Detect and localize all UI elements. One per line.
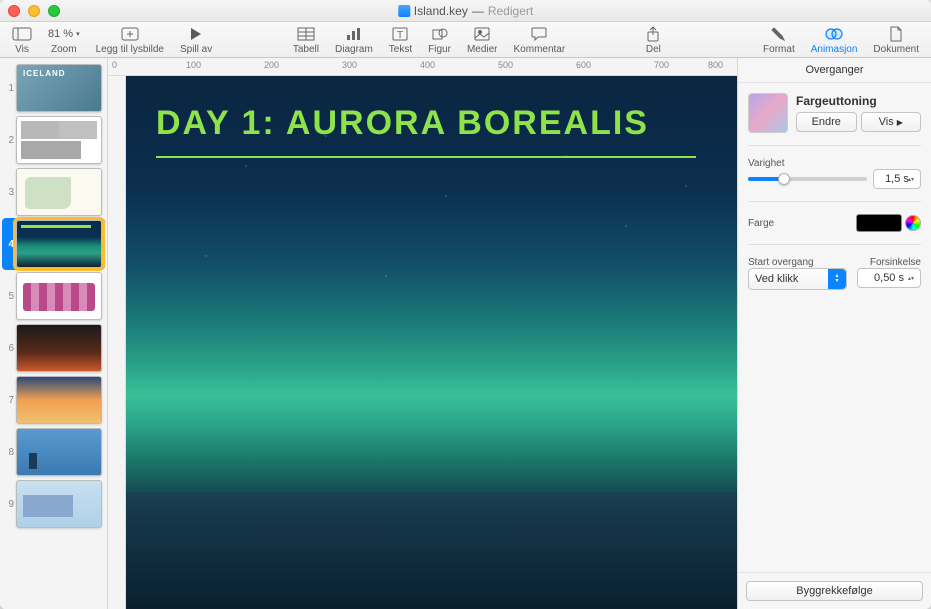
title-underline [156,156,696,158]
build-order-button[interactable]: Byggrekkefølge [746,581,923,601]
zoom-dropdown[interactable]: 81 %▾ Zoom [40,22,88,57]
slide-thumb-2[interactable]: 2 [2,114,105,166]
duration-label: Varighet [748,158,921,169]
color-well[interactable] [856,214,902,232]
text-button[interactable]: T Tekst [381,22,420,57]
svg-text:T: T [397,30,403,41]
zoom-window-button[interactable] [48,5,60,17]
document-icon [398,5,410,17]
start-transition-select[interactable]: Ved klikk ▴▾ [748,268,847,290]
slide-thumb-4[interactable]: 4 [2,218,105,270]
slide-thumb-7[interactable]: 7 [2,374,105,426]
chart-button[interactable]: Diagram [327,22,381,57]
slide-thumb-5[interactable]: 5 [2,270,105,322]
slide-thumb-9[interactable]: 9 [2,478,105,530]
lake-reflection [126,492,737,609]
slide-thumb-1[interactable]: 1 [2,62,105,114]
inspector-panel: Overganger Fargeuttoning Endre Vis▶ Vari… [737,58,931,609]
vertical-ruler [108,76,126,609]
duration-stepper[interactable]: 1,5 s▴▾ [873,169,921,189]
document-button[interactable]: Dokument [865,22,927,57]
current-slide[interactable]: DAY 1: AURORA BOREALIS [126,76,737,609]
change-transition-button[interactable]: Endre [796,112,857,132]
slide-thumb-3[interactable]: 3 [2,166,105,218]
transition-preview-swatch[interactable] [748,93,788,133]
slide-title-text[interactable]: DAY 1: AURORA BOREALIS [156,104,649,143]
color-picker-icon[interactable] [905,215,921,231]
color-label: Farge [748,218,774,229]
toolbar: Vis 81 %▾ Zoom Legg til lysbilde Spill a… [0,22,931,58]
animate-button[interactable]: Animasjon [803,22,866,57]
window-controls [8,5,60,17]
start-transition-label: Start overgang [748,257,847,268]
delay-label: Forsinkelse [857,257,921,268]
table-button[interactable]: Tabell [285,22,327,57]
close-window-button[interactable] [8,5,20,17]
content-area: 1 2 3 4 5 6 7 8 9 0 100 200 300 400 500 … [0,58,931,609]
view-button[interactable]: Vis [4,22,40,57]
minimize-window-button[interactable] [28,5,40,17]
comment-button[interactable]: Kommentar [506,22,574,57]
slide-navigator[interactable]: 1 2 3 4 5 6 7 8 9 [0,58,108,609]
slide-thumb-8[interactable]: 8 [2,426,105,478]
edited-status: Redigert [488,4,533,18]
media-button[interactable]: Medier [459,22,506,57]
horizontal-ruler: 0 100 200 300 400 500 600 700 800 [108,58,737,76]
inspector-header: Overganger [738,58,931,83]
play-button[interactable]: Spill av [172,22,220,57]
filename: Island.key [414,4,468,18]
preview-transition-button[interactable]: Vis▶ [861,112,922,132]
separator: — [472,4,484,18]
transition-name: Fargeuttoning [796,94,921,108]
delay-stepper[interactable]: 0,50 s▴▾ [857,268,921,288]
share-button[interactable]: Del [638,22,669,57]
slide-canvas[interactable]: DAY 1: AURORA BOREALIS [126,76,737,609]
document-title: Island.key — Redigert [398,4,533,18]
add-slide-button[interactable]: Legg til lysbilde [88,22,172,57]
canvas-area: 0 100 200 300 400 500 600 700 800 DAY 1:… [108,58,737,609]
slide-thumb-6[interactable]: 6 [2,322,105,374]
shape-button[interactable]: Figur [420,22,459,57]
duration-slider[interactable] [748,177,867,181]
titlebar: Island.key — Redigert [0,0,931,22]
format-button[interactable]: Format [755,22,803,57]
app-window: Island.key — Redigert Vis 81 %▾ Zoom Leg… [0,0,931,609]
